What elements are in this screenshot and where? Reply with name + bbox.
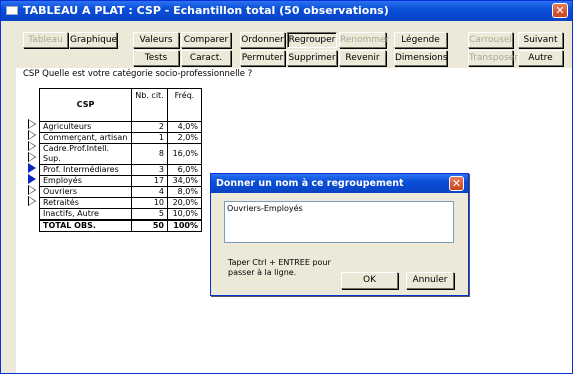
supprimer-button[interactable]: Supprimer [287, 50, 337, 66]
question-label: CSP Quelle est votre catégorie socio-pro… [23, 69, 253, 79]
window-close-button[interactable]: ✕ [552, 3, 568, 18]
regroup-name-dialog: Donner un nom à ce regroupement ✕ Ouvrie… [210, 173, 469, 296]
group-name-input[interactable]: Ouvriers-Employés [224, 201, 454, 243]
row-count: 1 [131, 132, 168, 144]
row-freq: 8,0% [167, 186, 202, 198]
row-label: Agriculteurs [39, 121, 132, 133]
row-selector-arrow-icon[interactable] [28, 119, 36, 129]
dialog-title: Donner un nom à ce regroupement [216, 178, 404, 189]
dialog-close-button[interactable]: ✕ [449, 176, 464, 191]
dimensions-button[interactable]: Dimensions [394, 50, 448, 66]
row-selector-arrow-icon[interactable] [28, 185, 36, 195]
total-freq: 100% [167, 219, 202, 232]
comparer-button[interactable]: Comparer [181, 32, 231, 48]
table-row[interactable]: Employés 17 34,0% [39, 175, 202, 187]
dialog-hint: Taper Ctrl + ENTREE pour passer à la lig… [228, 258, 331, 277]
table-row[interactable]: Commerçant, artisan 1 2,0% [39, 132, 202, 144]
row-freq: 4,0% [167, 121, 202, 133]
row-label: Retraités [39, 197, 132, 209]
row-label: Prof. Intermédiares [39, 164, 132, 176]
tableau-button[interactable]: Tableau [23, 32, 68, 48]
ok-button[interactable]: OK [341, 272, 398, 289]
row-label: Cadre.Prof.Intell. Sup. [39, 143, 132, 165]
table-header-row: CSP Nb. cit. Fréq. [39, 88, 202, 122]
title-bar: TABLEAU A PLAT : CSP - Echantillon total… [1, 1, 572, 21]
total-label: TOTAL OBS. [39, 219, 132, 232]
total-count: 50 [131, 219, 168, 232]
transposer-button[interactable]: Transposer [468, 50, 518, 66]
row-label: Commerçant, artisan [39, 132, 132, 144]
dialog-title-bar: Donner un nom à ce regroupement ✕ [211, 174, 468, 193]
row-label: Inactifs, Autre [39, 208, 132, 221]
suivant-button[interactable]: Suivant [518, 32, 563, 48]
row-count: 3 [131, 164, 168, 176]
table-row[interactable]: Retraités 10 20,0% [39, 197, 202, 209]
main-window: TABLEAU A PLAT : CSP - Echantillon total… [0, 0, 573, 374]
row-label: Employés [39, 175, 132, 187]
permuter-button[interactable]: Permuter [240, 50, 285, 66]
row-freq: 16,0% [167, 143, 202, 165]
row-count: 2 [131, 121, 168, 133]
table-total-row: TOTAL OBS. 50 100% [39, 219, 202, 232]
window-title: TABLEAU A PLAT : CSP - Echantillon total… [23, 4, 389, 17]
table-row[interactable]: Agriculteurs 2 4,0% [39, 121, 202, 133]
renommer-button[interactable]: Renommer [339, 32, 389, 48]
row-selector-arrow-icon[interactable] [28, 196, 36, 206]
table-row[interactable]: Prof. Intermédiares 3 6,0% [39, 164, 202, 176]
legende-button[interactable]: Légende [394, 32, 447, 48]
row-label: Ouvriers [39, 186, 132, 198]
row-selector-arrow-icon[interactable] [28, 152, 36, 162]
row-selected-arrow-icon[interactable] [28, 163, 36, 173]
column-header-count: Nb. cit. [131, 88, 168, 122]
table-row[interactable]: Ouvriers 4 8,0% [39, 186, 202, 198]
autre-button[interactable]: Autre [518, 50, 563, 66]
row-selector-arrow-icon[interactable] [28, 141, 36, 151]
table-row[interactable]: Inactifs, Autre 5 10,0% [39, 208, 202, 221]
row-count: 5 [131, 208, 168, 221]
row-freq: 20,0% [167, 197, 202, 209]
row-selector-arrow-icon[interactable] [28, 130, 36, 140]
column-header-csp: CSP [39, 88, 132, 122]
row-selected-arrow-icon[interactable] [28, 174, 36, 184]
row-count: 10 [131, 197, 168, 209]
graphique-button[interactable]: Graphique [69, 32, 117, 48]
row-freq: 2,0% [167, 132, 202, 144]
row-count: 17 [131, 175, 168, 187]
carrousel-button[interactable]: Carrousel [468, 32, 513, 48]
column-header-freq: Fréq. [167, 88, 202, 122]
caract-button[interactable]: Caract. [181, 50, 231, 66]
row-count: 8 [131, 143, 168, 165]
row-freq: 34,0% [167, 175, 202, 187]
row-count: 4 [131, 186, 168, 198]
revenir-button[interactable]: Revenir [339, 50, 386, 66]
cancel-button[interactable]: Annuler [406, 272, 454, 289]
frequency-table: CSP Nb. cit. Fréq. Agriculteurs 2 4,0% C… [39, 88, 202, 232]
row-freq: 10,0% [167, 208, 202, 221]
table-row[interactable]: Cadre.Prof.Intell. Sup. 8 16,0% [39, 143, 202, 165]
regrouper-button[interactable]: Regrouper [287, 32, 337, 48]
ordonner-button[interactable]: Ordonner [240, 32, 285, 48]
valeurs-button[interactable]: Valeurs [133, 32, 179, 48]
tests-button[interactable]: Tests [133, 50, 179, 66]
window-icon [6, 6, 18, 15]
row-freq: 6,0% [167, 164, 202, 176]
